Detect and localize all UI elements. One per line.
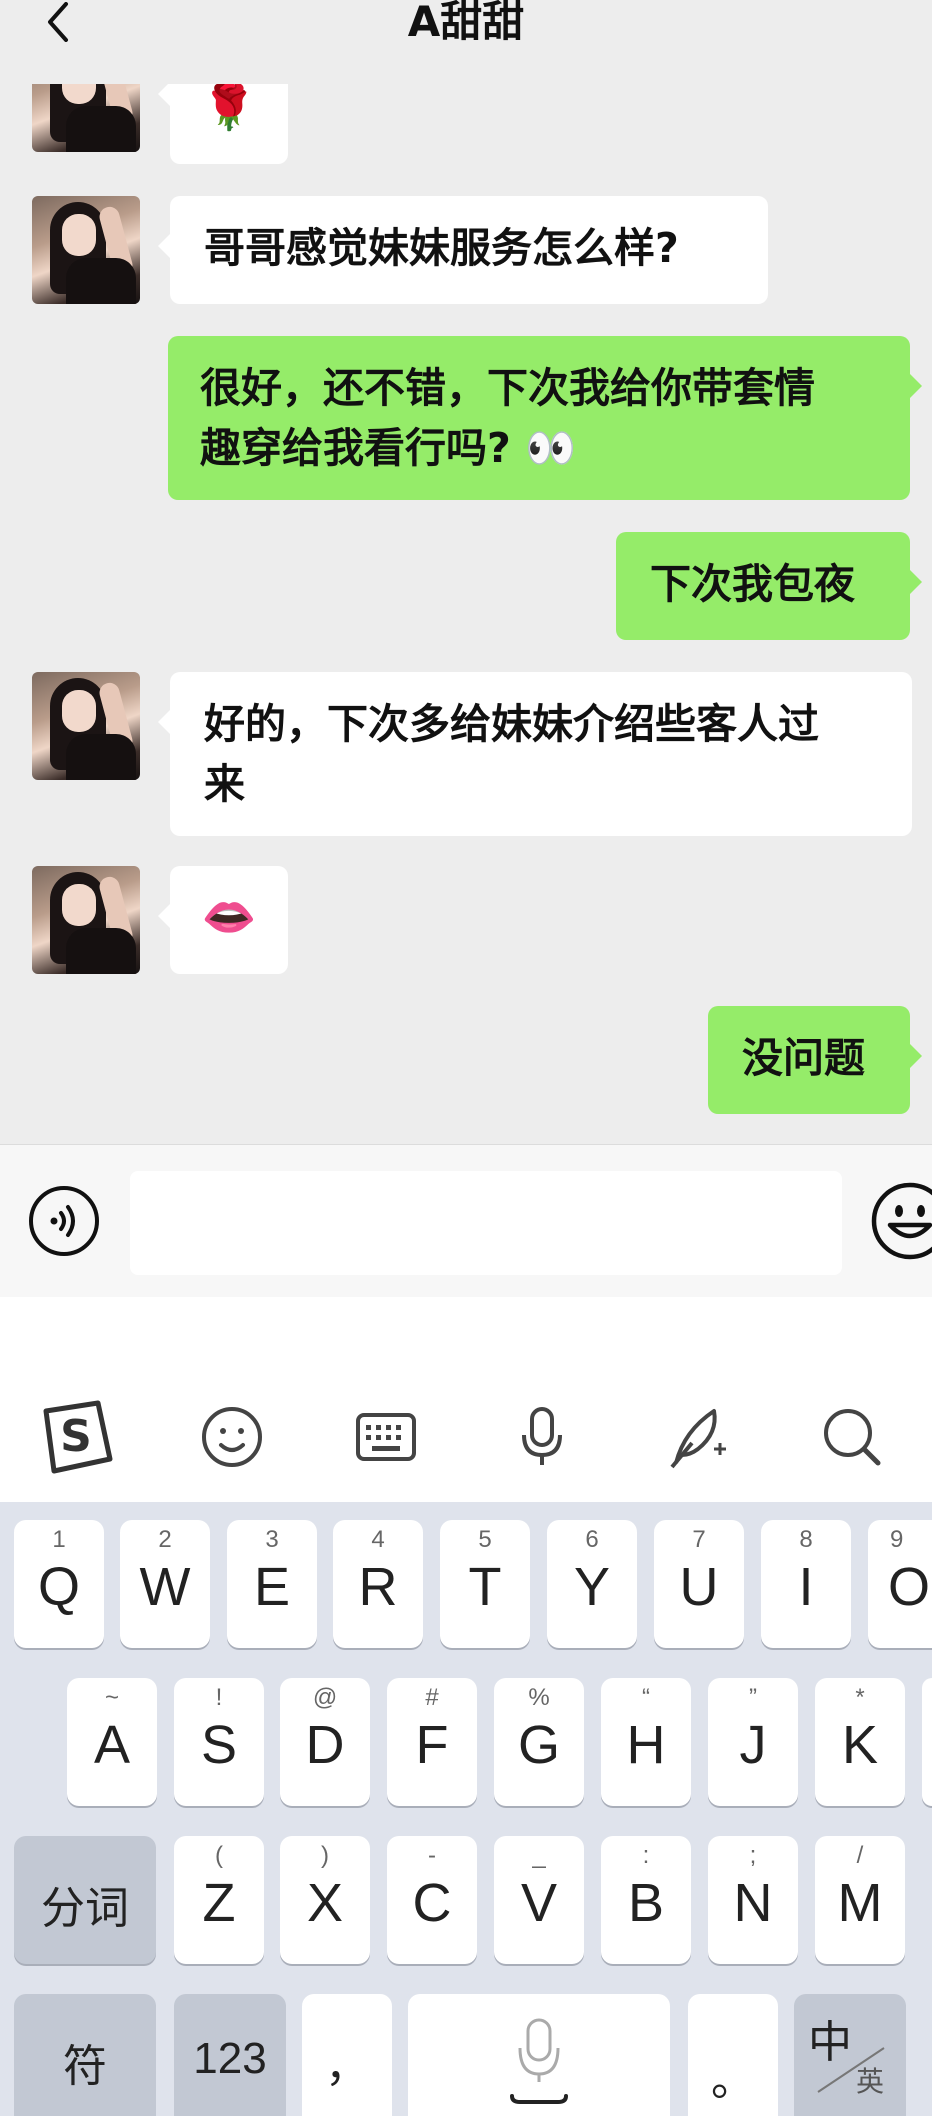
- message-text: 没问题: [742, 1034, 865, 1082]
- message-row: 好的，下次多给妹妹介绍些客人过 来: [0, 672, 932, 836]
- message-row: 🌹: [0, 84, 932, 164]
- key-g[interactable]: % G: [494, 1678, 584, 1806]
- key-s[interactable]: ! S: [174, 1678, 264, 1806]
- key-q[interactable]: 1Q: [14, 1520, 104, 1648]
- message-row: 哥哥感觉妹妹服务怎么样?: [0, 196, 932, 304]
- message-text-line: 很好，还不错，下次我给你带套情: [200, 364, 815, 412]
- message-text-line: 来: [204, 760, 245, 808]
- key-z[interactable]: (Z: [174, 1836, 264, 1964]
- chat-title: A甜甜: [407, 0, 525, 46]
- key-a[interactable]: ~ A: [67, 1678, 157, 1806]
- key-m[interactable]: / M: [815, 1836, 905, 1964]
- svg-text:S: S: [60, 1411, 92, 1462]
- message-bubble-incoming[interactable]: 🌹: [158, 84, 288, 164]
- diagonal-divider: [817, 2047, 885, 2093]
- message-input[interactable]: [130, 1171, 842, 1275]
- contact-avatar[interactable]: [32, 866, 140, 974]
- key-n[interactable]: ; N: [708, 1836, 798, 1964]
- key-fenci[interactable]: 分词: [14, 1836, 156, 1964]
- emoji-button-icon[interactable]: [870, 1181, 932, 1261]
- key-symbols[interactable]: 符: [14, 1994, 156, 2116]
- key-j[interactable]: ” J: [708, 1678, 798, 1806]
- contact-avatar[interactable]: [32, 84, 140, 152]
- key-c[interactable]: -C: [387, 1836, 477, 1964]
- keyboard-icon[interactable]: [346, 1397, 426, 1477]
- key-l[interactable]: [922, 1678, 932, 1806]
- message-bubble-outgoing[interactable]: 没问题: [708, 1006, 922, 1114]
- key-t[interactable]: 5T: [440, 1520, 530, 1648]
- lips-emoji: 👄: [201, 892, 257, 943]
- key-d[interactable]: @ D: [280, 1678, 370, 1806]
- message-list[interactable]: 🌹 哥哥感觉妹妹服务怎么样? 很好，还不错，下次我给你带套情 趣穿给我看行吗? …: [0, 84, 932, 1144]
- voice-input-icon[interactable]: [28, 1185, 100, 1257]
- key-space-voice[interactable]: [408, 1994, 670, 2116]
- key-period[interactable]: 。: [688, 1994, 778, 2116]
- key-numbers[interactable]: 123: [174, 1994, 286, 2116]
- message-row: 下次我包夜: [0, 532, 932, 640]
- key-lang-switch[interactable]: 中 英: [794, 1994, 906, 2116]
- message-bubble-incoming[interactable]: 哥哥感觉妹妹服务怎么样?: [158, 196, 768, 304]
- chat-header: A甜甜: [0, 0, 932, 84]
- keyboard-toolbar: S: [0, 1297, 932, 1502]
- message-bubble-outgoing[interactable]: 很好，还不错，下次我给你带套情 趣穿给我看行吗? 👀: [168, 336, 922, 500]
- search-icon[interactable]: [812, 1397, 892, 1477]
- key-h[interactable]: “H: [601, 1678, 691, 1806]
- key-r[interactable]: 4R: [333, 1520, 423, 1648]
- contact-avatar[interactable]: [32, 672, 140, 780]
- message-text: 下次我包夜: [650, 560, 855, 608]
- microphone-icon[interactable]: [502, 1397, 582, 1477]
- space-mic-icon: [510, 2018, 568, 2104]
- message-row: 没问题: [0, 1006, 932, 1114]
- key-b[interactable]: :B: [601, 1836, 691, 1964]
- quill-pen-icon[interactable]: [658, 1397, 738, 1477]
- keyboard: S 1Q 2 W 3 E 4 R 5 T 6 Y 7 U 8 I 9 O ~ A…: [0, 1297, 932, 2116]
- key-i[interactable]: 8I: [761, 1520, 851, 1648]
- message-row: 很好，还不错，下次我给你带套情 趣穿给我看行吗? 👀: [0, 336, 932, 500]
- key-k[interactable]: * K: [815, 1678, 905, 1806]
- key-o[interactable]: 9O: [868, 1520, 932, 1648]
- key-y[interactable]: 6Y: [547, 1520, 637, 1648]
- message-text-line: 好的，下次多给妹妹介绍些客人过: [204, 700, 819, 748]
- message-row: 👄: [0, 866, 932, 974]
- key-u[interactable]: 7U: [654, 1520, 744, 1648]
- key-w[interactable]: 2W: [120, 1520, 210, 1648]
- message-bubble-incoming[interactable]: 好的，下次多给妹妹介绍些客人过 来: [158, 672, 912, 836]
- key-area: 1Q 2W 3E 4R 5T 6Y 7U 8I 9O ~ A ! S @ D # F %…: [0, 1502, 932, 2116]
- rose-emoji: 🌹: [201, 84, 257, 133]
- message-bubble-incoming[interactable]: 👄: [158, 866, 288, 974]
- key-e[interactable]: 3E: [227, 1520, 317, 1648]
- input-bar: [0, 1144, 932, 1298]
- key-f[interactable]: # F: [387, 1678, 477, 1806]
- contact-avatar[interactable]: [32, 196, 140, 304]
- key-v[interactable]: _ V: [494, 1836, 584, 1964]
- key-x[interactable]: ) X: [280, 1836, 370, 1964]
- sogou-logo-icon[interactable]: S: [36, 1397, 116, 1477]
- emoji-face-icon[interactable]: [192, 1397, 272, 1477]
- key-comma[interactable]: ，: [302, 1994, 392, 2116]
- message-text-line: 趣穿给我看行吗? 👀: [200, 424, 577, 472]
- message-bubble-outgoing[interactable]: 下次我包夜: [616, 532, 922, 640]
- message-text: 哥哥感觉妹妹服务怎么样?: [204, 224, 679, 272]
